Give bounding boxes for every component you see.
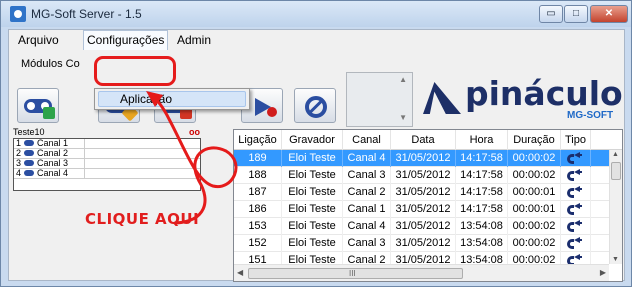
annotation-arrow <box>146 91 238 225</box>
annotation-label: CLIQUE AQUI <box>85 210 200 228</box>
app-window: MG-Soft Server - 1.5 ▭ □ ✕ Arquivo Confi… <box>0 0 632 287</box>
